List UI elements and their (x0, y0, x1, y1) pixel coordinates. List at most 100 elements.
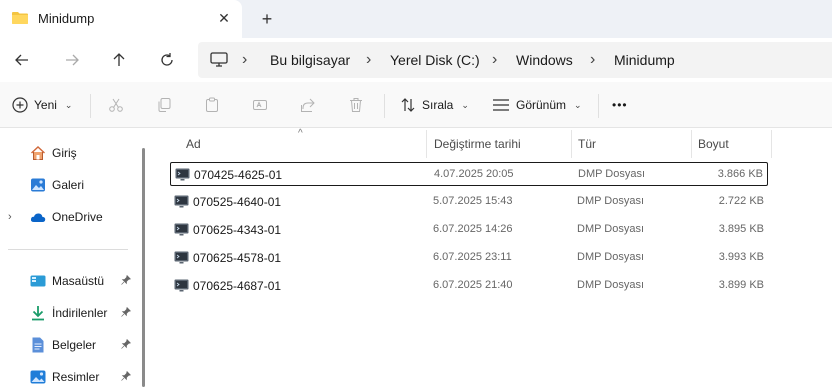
file-date: 4.07.2025 20:05 (434, 168, 514, 180)
column-resize-handle[interactable] (571, 130, 572, 158)
copy-button[interactable] (156, 94, 172, 116)
add-circle-icon (12, 97, 28, 113)
sort-ascending-icon: ^ (298, 128, 303, 139)
chevron-right-icon[interactable]: › (8, 211, 12, 223)
copy-icon (158, 98, 171, 112)
sort-label: Sırala (422, 98, 454, 112)
new-tab-button[interactable]: + (256, 8, 278, 30)
refresh-button[interactable] (155, 48, 179, 72)
column-resize-handle[interactable] (426, 130, 427, 158)
chevron-down-icon: ⌄ (64, 99, 73, 110)
close-tab-icon[interactable]: ✕ (214, 8, 234, 28)
more-options-button[interactable]: ••• (612, 94, 628, 116)
toolbar-divider (90, 94, 91, 118)
file-size: 3.895 KB (718, 223, 764, 235)
onedrive-icon (30, 213, 46, 222)
gallery-icon (31, 178, 45, 192)
sidebar-item-onedrive[interactable]: › OneDrive (0, 203, 140, 231)
column-header-name[interactable]: Ad (186, 137, 201, 151)
pictures-icon (30, 370, 46, 384)
toolbar-divider (384, 94, 385, 118)
sidebar-item-documents[interactable]: Belgeler (0, 331, 140, 359)
up-button[interactable] (107, 48, 131, 72)
pin-icon[interactable] (121, 338, 132, 352)
breadcrumb-minidump[interactable]: Minidump (614, 52, 675, 68)
file-size: 3.899 KB (718, 279, 764, 291)
pin-glyph-icon (121, 338, 132, 349)
address-bar[interactable]: › Bu bilgisayar › Yerel Disk (C:) › Wind… (198, 42, 832, 78)
file-name: 070525-4640-01 (193, 195, 282, 209)
documents-icon (32, 337, 44, 353)
breadcrumb-local-disk[interactable]: Yerel Disk (C:) (390, 52, 480, 68)
breadcrumb-separator[interactable]: › (242, 51, 247, 69)
cut-button[interactable] (108, 94, 124, 116)
paste-button[interactable] (204, 94, 220, 116)
file-type: DMP Dosyası (577, 279, 645, 291)
file-row[interactable]: 070625-4343-01 6.07.2025 14:26 DMP Dosyası… (170, 218, 768, 242)
share-button[interactable] (300, 94, 316, 116)
home-icon (31, 146, 45, 160)
file-type: DMP Dosyası (578, 168, 646, 180)
rename-button[interactable] (252, 94, 268, 116)
rename-icon (253, 100, 267, 110)
dump-file-icon (174, 195, 189, 208)
pin-icon[interactable] (121, 274, 132, 288)
sidebar-divider (8, 249, 128, 250)
file-row[interactable]: 070525-4640-01 5.07.2025 15:43 DMP Dosyası… (170, 190, 768, 214)
column-resize-handle[interactable] (691, 130, 692, 158)
file-type: DMP Dosyası (577, 251, 645, 263)
sidebar-item-label: Belgeler (52, 338, 97, 352)
new-label: Yeni (34, 98, 57, 112)
sidebar-item-gallery[interactable]: Galeri (0, 171, 140, 199)
sidebar-item-label: Masaüstü (52, 274, 105, 288)
tab-minidump[interactable]: Minidump ✕ (0, 0, 242, 38)
breadcrumb-separator[interactable]: › (366, 51, 371, 69)
file-size: 3.993 KB (718, 251, 764, 263)
sidebar-scrollbar[interactable] (142, 148, 145, 387)
scissors-icon (109, 98, 123, 112)
breadcrumb-windows[interactable]: Windows (516, 52, 573, 68)
sidebar-item-downloads[interactable]: İndirilenler (0, 299, 140, 327)
view-button[interactable]: Görünüm ⌄ (492, 94, 582, 116)
file-size: 3.866 KB (717, 168, 763, 180)
chevron-down-icon: ⌄ (574, 99, 582, 110)
navigation-bar: › Bu bilgisayar › Yerel Disk (C:) › Wind… (0, 38, 832, 82)
file-row[interactable]: 070625-4687-01 6.07.2025 21:40 DMP Dosyası… (170, 274, 768, 298)
sidebar-item-pictures[interactable]: Resimler (0, 363, 140, 387)
downloads-icon (32, 306, 44, 321)
dump-file-icon (174, 251, 189, 264)
tab-title: Minidump (38, 11, 95, 26)
file-name: 070625-4578-01 (193, 251, 282, 265)
file-row[interactable]: 070625-4578-01 6.07.2025 23:11 DMP Dosyası… (170, 246, 768, 270)
pin-icon[interactable] (121, 370, 132, 384)
back-arrow-icon (15, 54, 28, 66)
column-header-size[interactable]: Boyut (698, 137, 729, 151)
command-bar: Yeni ⌄ Sırala ⌄ Görünüm ⌄ ••• (0, 82, 832, 128)
sidebar-item-desktop[interactable]: Masaüstü (0, 267, 140, 295)
file-name: 070625-4343-01 (193, 223, 282, 237)
sidebar-item-label: Giriş (52, 146, 77, 160)
forward-button[interactable] (60, 48, 84, 72)
sidebar-item-home[interactable]: Giriş (0, 139, 140, 167)
file-row[interactable]: 070425-4625-01 4.07.2025 20:05 DMP Dosyası… (170, 162, 768, 186)
toolbar-divider (598, 94, 599, 118)
back-button[interactable] (10, 48, 34, 72)
sidebar-item-label: İndirilenler (52, 306, 108, 320)
breadcrumb-separator[interactable]: › (590, 51, 595, 69)
navigation-pane: Giriş Galeri › OneDrive Masaüstü İndiril… (0, 128, 150, 387)
refresh-icon (161, 53, 173, 66)
sidebar-item-label: Resimler (52, 370, 100, 384)
column-header-date[interactable]: Değiştirme tarihi (434, 137, 521, 151)
new-button[interactable]: Yeni ⌄ (12, 94, 72, 116)
delete-button[interactable] (348, 94, 364, 116)
file-name: 070425-4625-01 (194, 168, 283, 182)
computer-icon (210, 52, 228, 67)
pin-icon[interactable] (121, 306, 132, 320)
breadcrumb-this-pc[interactable]: Bu bilgisayar (270, 52, 350, 68)
column-resize-handle[interactable] (771, 130, 772, 158)
sort-button[interactable]: Sırala ⌄ (400, 94, 469, 116)
pin-glyph-icon (121, 274, 132, 285)
breadcrumb-separator[interactable]: › (492, 51, 497, 69)
column-header-type[interactable]: Tür (578, 137, 596, 151)
dump-file-icon (174, 279, 189, 292)
